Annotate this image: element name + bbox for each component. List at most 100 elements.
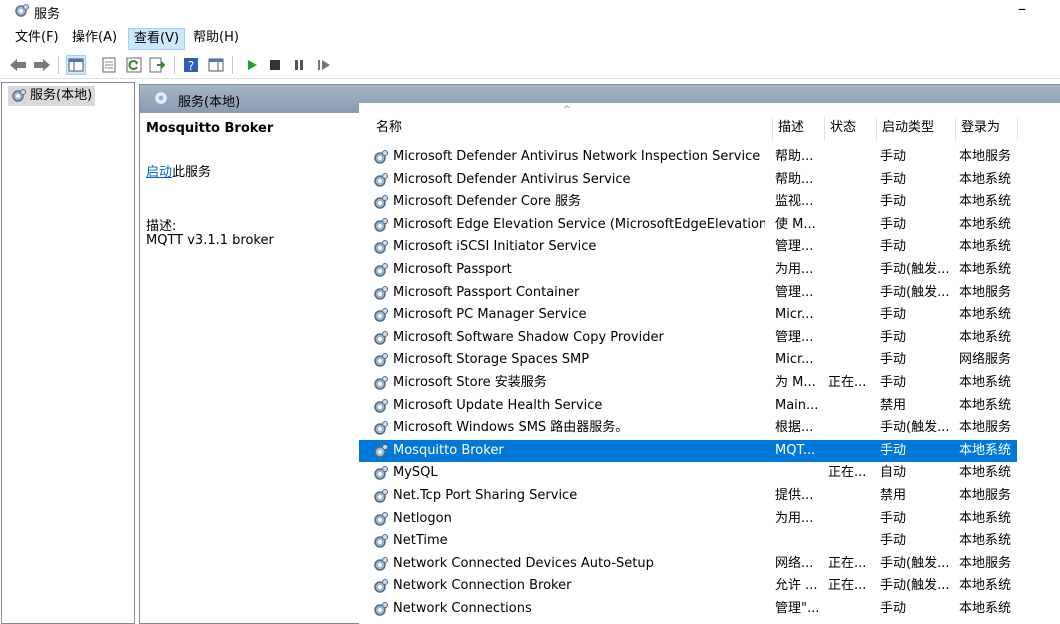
service-status — [828, 304, 874, 326]
service-gear-icon — [373, 352, 389, 371]
service-description: Main... — [775, 397, 819, 413]
help-icon[interactable]: ? — [181, 55, 201, 75]
service-row[interactable]: Microsoft Passport Container 管理... 手动(触发..… — [359, 282, 1017, 304]
show-console-tree-icon[interactable] — [66, 55, 86, 75]
service-status — [828, 530, 874, 552]
service-row[interactable]: Netlogon 为用... 手动 本地系统 — [359, 508, 1017, 530]
service-name-cell: Network Connection Broker — [373, 575, 765, 597]
service-row[interactable]: Microsoft Defender Antivirus Network Ins… — [359, 146, 1017, 168]
service-name: Microsoft Update Health Service — [393, 397, 603, 413]
service-status — [828, 191, 874, 213]
service-gear-icon — [373, 375, 389, 394]
service-row[interactable]: NetTime 手动 本地系统 — [359, 530, 1017, 552]
service-startup-type: 手动(触发... — [880, 555, 950, 571]
service-row[interactable]: Microsoft Storage Spaces SMP Micr... 手动 网络服… — [359, 349, 1017, 371]
service-gear-icon — [373, 172, 389, 191]
service-name-cell: Microsoft Passport Container — [373, 282, 765, 304]
menu-file[interactable]: 文件(F) — [10, 28, 64, 50]
service-row[interactable]: Microsoft Passport 为用... 手动(触发... 本地系统 — [359, 259, 1017, 281]
forward-arrow-icon[interactable] — [32, 55, 52, 75]
tree-item-label: 服务(本地) — [30, 88, 93, 103]
service-name: Microsoft Defender Antivirus Service — [393, 171, 631, 187]
menu-action[interactable]: 操作(A) — [67, 28, 122, 50]
service-description: 管理... — [775, 239, 814, 255]
service-startup-type: 手动 — [880, 194, 907, 210]
start-service-icon[interactable] — [242, 55, 262, 75]
service-row[interactable]: Mosquitto Broker MQT... 手动 本地系统 — [359, 439, 1017, 462]
service-row[interactable]: Network Connected Devices Auto-Setup 网络..… — [359, 553, 1017, 575]
column-header-status[interactable]: 状态 — [825, 117, 877, 141]
service-gear-icon — [373, 307, 389, 326]
service-gear-icon — [373, 149, 389, 168]
service-logon-as: 本地系统 — [959, 239, 1012, 255]
service-name: NetTime — [393, 533, 448, 549]
service-row[interactable]: Microsoft Store 安装服务 为 M... 正在... 手动 本地系统 — [359, 372, 1017, 394]
properties-icon[interactable] — [99, 55, 119, 75]
service-row[interactable]: Microsoft Windows SMS 路由器服务。 根据... 手动(触发..… — [359, 417, 1017, 439]
service-name-cell: Network Connected Devices Auto-Setup — [373, 553, 765, 575]
services-search-icon — [154, 91, 170, 111]
service-row[interactable]: Microsoft iSCSI Initiator Service 管理... 手动… — [359, 236, 1017, 258]
refresh-icon[interactable] — [124, 55, 144, 75]
description-label: 描述: — [146, 219, 177, 234]
service-logon-as: 本地系统 — [959, 442, 1012, 458]
service-name-cell: Microsoft Defender Core 服务 — [373, 191, 765, 213]
service-description: 管理... — [775, 284, 814, 300]
service-status — [828, 440, 874, 462]
service-row[interactable]: Microsoft Defender Core 服务 监视... 手动 本地系统 — [359, 191, 1017, 213]
menu-view[interactable]: 查看(V) — [128, 28, 186, 50]
service-logon-as: 本地系统 — [959, 510, 1012, 526]
service-row[interactable]: Net.Tcp Port Sharing Service 提供... 禁用 本地服务 — [359, 485, 1017, 507]
menu-bar: 文件(F) 操作(A) 查看(V) 帮助(H) — [0, 26, 1060, 50]
column-header-description[interactable]: 描述 — [773, 117, 825, 141]
service-logon-as: 本地系统 — [959, 171, 1012, 187]
service-startup-type: 禁用 — [880, 488, 907, 503]
service-name-cell: Microsoft Store 安装服务 — [373, 372, 765, 394]
service-logon-as: 本地系统 — [959, 262, 1012, 277]
menu-help[interactable]: 帮助(H) — [188, 28, 244, 50]
service-description: 为用... — [775, 262, 814, 277]
stop-service-icon[interactable] — [265, 55, 285, 75]
service-row[interactable]: Microsoft Edge Elevation Service (Micros… — [359, 214, 1017, 236]
service-logon-as: 本地系统 — [959, 307, 1012, 323]
description-text: MQTT v3.1.1 broker — [146, 233, 274, 248]
start-service-line: 启动此服务 — [146, 161, 211, 180]
back-arrow-icon[interactable] — [8, 55, 28, 75]
svg-text:?: ? — [188, 59, 194, 73]
service-row[interactable]: Network Connection Broker 允许 ... 正在... 手动(触… — [359, 575, 1017, 597]
resume-service-icon[interactable] — [314, 55, 334, 75]
export-list-icon[interactable] — [148, 55, 168, 75]
column-header-startup-type[interactable]: 启动类型 — [877, 117, 956, 141]
start-service-link[interactable]: 启动 — [146, 165, 172, 180]
service-row[interactable]: Microsoft Software Shadow Copy Provider 管… — [359, 327, 1017, 349]
tree-item-services-local[interactable]: 服务(本地) — [8, 86, 96, 106]
show-action-pane-icon[interactable] — [206, 55, 226, 75]
minimize-button[interactable]: – — [1012, 0, 1032, 22]
service-name-cell: Network Connections — [373, 598, 765, 620]
service-row[interactable]: Microsoft Defender Antivirus Service 帮助..… — [359, 169, 1017, 191]
column-header-logon-as[interactable]: 登录为 — [956, 117, 1018, 141]
service-row[interactable]: Microsoft Update Health Service Main... 禁用… — [359, 395, 1017, 417]
column-header-name[interactable]: 名称 — [371, 117, 773, 141]
service-name-cell: NetTime — [373, 530, 765, 552]
service-name: Microsoft Passport Container — [393, 284, 580, 300]
service-logon-as: 网络服务 — [959, 352, 1012, 368]
service-name-cell: Microsoft PC Manager Service — [373, 304, 765, 326]
service-row[interactable]: Network Connections 管理"... 手动 本地系统 — [359, 598, 1017, 620]
service-gear-icon — [373, 262, 389, 281]
service-row[interactable]: Microsoft PC Manager Service Micr... 手动 本地系… — [359, 304, 1017, 326]
service-name: Microsoft Defender Core 服务 — [393, 194, 582, 210]
service-description: 使 M... — [775, 216, 816, 232]
service-logon-as: 本地系统 — [959, 533, 1012, 549]
service-row[interactable]: MySQL 正在... 自动 本地系统 — [359, 462, 1017, 484]
service-name-cell: Microsoft Defender Antivirus Network Ins… — [373, 146, 765, 168]
service-logon-as: 本地系统 — [959, 397, 1012, 413]
service-name: Microsoft Store 安装服务 — [393, 375, 547, 390]
service-description: 管理... — [775, 329, 814, 345]
service-startup-type: 手动(触发... — [880, 284, 950, 300]
service-startup-type: 手动 — [880, 307, 907, 323]
service-description: 帮助... — [775, 149, 814, 164]
service-description: Micr... — [775, 352, 814, 368]
pause-service-icon[interactable] — [289, 55, 309, 75]
service-gear-icon — [373, 533, 389, 552]
